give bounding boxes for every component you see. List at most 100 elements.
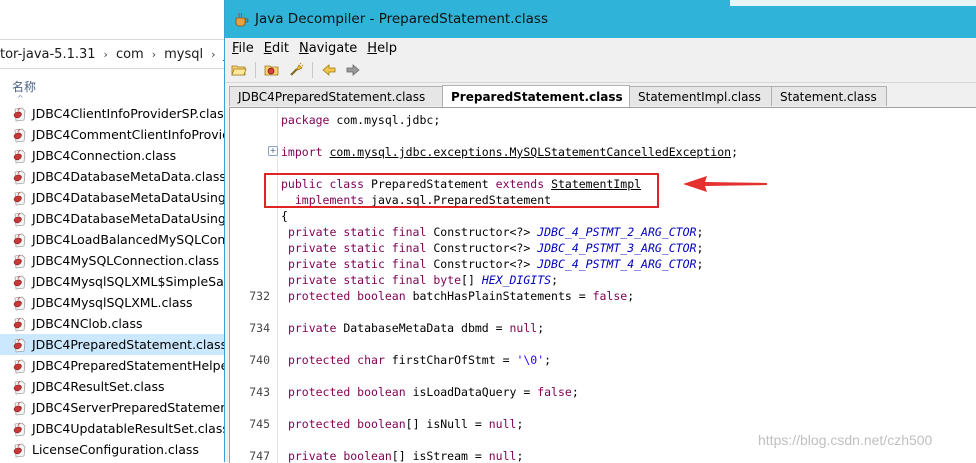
browse-button[interactable] — [262, 61, 282, 79]
open-brace: { — [281, 209, 288, 223]
import-link[interactable]: com.mysql.jdbc.exceptions.MySQLStatement… — [329, 145, 731, 159]
column-header-name[interactable]: 名称 — [12, 78, 36, 95]
java-class-file-icon — [12, 379, 28, 395]
line-number: 747 — [249, 449, 270, 463]
keyword: protected boolean — [287, 289, 406, 303]
file-name: JDBC4PreparedStatement.class — [32, 337, 226, 352]
semicolon: ; — [516, 449, 524, 463]
toolbar-separator — [312, 62, 313, 78]
keyword: private static final — [287, 257, 427, 271]
menu-help[interactable]: Help — [367, 41, 397, 56]
field-name: JDBC_4_PSTMT_2_ARG_CTOR — [537, 225, 697, 239]
file-name: JDBC4PreparedStatementHelper. — [32, 358, 226, 373]
java-class-file-icon — [12, 127, 28, 143]
member-declaration: batchHasPlainStatements = — [405, 289, 593, 303]
search-torch-icon — [290, 62, 304, 76]
file-name: JDBC4ServerPreparedStatement.c — [32, 400, 226, 415]
member-declaration: firstCharOfStmt = — [384, 353, 517, 367]
tab-jdbc4preparedstatement[interactable]: JDBC4PreparedStatement.class — [229, 86, 443, 106]
menu-edit-label: dit — [272, 40, 289, 56]
file-name: JDBC4NClob.class — [32, 316, 143, 331]
semicolon: ; — [516, 417, 524, 431]
keyword: private boolean — [287, 449, 392, 463]
menu-edit[interactable]: Edit — [264, 41, 289, 56]
back-arrow-icon — [322, 64, 336, 76]
member-value: false — [537, 385, 572, 399]
file-list-item[interactable]: JDBC4NClob.class — [0, 313, 226, 334]
tab-statementimpl[interactable]: StatementImpl.class — [629, 86, 772, 106]
code-area: package com.mysql.jdbc; import com.mysql… — [281, 108, 976, 463]
keyword: import — [281, 145, 323, 159]
file-list-item[interactable]: JDBC4MySQLConnection.class — [0, 250, 226, 271]
keyword: private static final — [287, 241, 427, 255]
file-list-item[interactable]: JDBC4MysqlSQLXML$SimpleSaxT — [0, 271, 226, 292]
breadcrumb-segment-3[interactable]: mysql — [164, 47, 203, 62]
java-class-file-icon — [12, 253, 28, 269]
semicolon: ; — [696, 241, 704, 255]
member-declaration: DatabaseMetaData dbmd = — [336, 321, 510, 335]
file-name: JDBC4ResultSet.class — [32, 379, 165, 394]
field-line: private static final Constructor<?> JDBC… — [281, 241, 703, 255]
breadcrumb-separator-icon: › — [103, 47, 108, 61]
file-list-item[interactable]: JDBC4PreparedStatementHelper. — [0, 355, 226, 376]
file-list-item[interactable]: JDBC4MysqlSQLXML.class — [0, 292, 226, 313]
menu-navigate[interactable]: Navigate — [299, 41, 357, 56]
file-list-item[interactable]: JDBC4ClientInfoProviderSP.class — [0, 103, 226, 124]
java-class-file-icon — [12, 358, 28, 374]
file-list-item[interactable]: JDBC4PreparedStatement.class — [0, 334, 226, 355]
file-name: JDBC4MysqlSQLXML.class — [32, 295, 193, 310]
field-type: [] — [461, 273, 482, 287]
member-value: false — [592, 289, 628, 303]
code-editor[interactable]: 732 734 740 743 745 747 + package com.my… — [229, 107, 976, 463]
breadcrumb[interactable]: tor-java-5.1.31 › com › mysql › jd — [0, 39, 226, 69]
member-line: protected char firstCharOfStmt = '\0'; — [281, 353, 551, 367]
member-line: protected boolean[] isNull = null; — [281, 417, 523, 431]
keyword: private static final byte — [287, 273, 462, 287]
tab-statement[interactable]: Statement.class — [771, 86, 887, 106]
browse-folder-icon — [264, 65, 279, 76]
menu-file-label: ile — [238, 40, 254, 56]
menu-navigate-mnemonic: N — [298, 40, 309, 56]
watermark: https://blog.csdn.net/czh500 — [758, 432, 933, 448]
member-value: null — [509, 321, 538, 335]
file-list-item[interactable]: JDBC4ResultSet.class — [0, 376, 226, 397]
expand-imports-toggle[interactable]: + — [268, 146, 278, 156]
file-list-item[interactable]: JDBC4DatabaseMetaData.class — [0, 166, 226, 187]
keyword: package — [281, 113, 330, 127]
semicolon: ; — [571, 385, 579, 399]
back-button[interactable] — [319, 61, 339, 79]
file-list-item[interactable]: JDBC4LoadBalancedMySQLConne — [0, 229, 226, 250]
open-file-button[interactable] — [229, 61, 249, 79]
breadcrumb-segment-1[interactable]: tor-java-5.1.31 — [0, 47, 96, 62]
java-class-file-icon — [12, 316, 28, 332]
file-list-item[interactable]: LicenseConfiguration.class — [0, 439, 226, 460]
member-value: null — [488, 417, 517, 431]
file-name: JDBC4UpdatableResultSet.class — [32, 421, 226, 436]
keyword: protected boolean — [287, 417, 406, 431]
menu-navigate-label: avigate — [308, 40, 358, 56]
line-number: 734 — [249, 321, 270, 335]
import-line: import com.mysql.jdbc.exceptions.MySQLSt… — [281, 145, 738, 159]
file-list-item[interactable]: JDBC4CommentClientInfoProvide — [0, 124, 226, 145]
file-list-item[interactable]: JDBC4DatabaseMetaDataUsingIn — [0, 187, 226, 208]
file-name: JDBC4LoadBalancedMySQLConne — [32, 232, 226, 247]
file-list-item[interactable]: JDBC4Connection.class — [0, 145, 226, 166]
file-list-item[interactable]: JDBC4ServerPreparedStatement.c — [0, 397, 226, 418]
forward-button[interactable] — [343, 61, 363, 79]
search-button[interactable] — [286, 61, 306, 79]
open-folder-icon — [231, 65, 247, 76]
breadcrumb-segment-2[interactable]: com — [116, 47, 144, 62]
sort-indicator-icon: ^ — [17, 94, 24, 103]
line-number: 745 — [249, 417, 270, 431]
tab-preparedstatement[interactable]: PreparedStatement.class ⨯ — [442, 85, 641, 107]
semicolon: ; — [696, 257, 704, 271]
file-name: JDBC4Connection.class — [32, 148, 177, 163]
semicolon: ; — [696, 225, 704, 239]
java-class-file-icon — [12, 400, 28, 416]
file-list-item[interactable]: JDBC4UpdatableResultSet.class — [0, 418, 226, 439]
java-class-file-icon — [12, 190, 28, 206]
file-list-item[interactable]: JDBC4DatabaseMetaDataUsingIn — [0, 208, 226, 229]
menu-file[interactable]: File — [232, 41, 254, 56]
file-name: JDBC4CommentClientInfoProvide — [32, 127, 226, 142]
forward-arrow-icon — [346, 64, 360, 76]
